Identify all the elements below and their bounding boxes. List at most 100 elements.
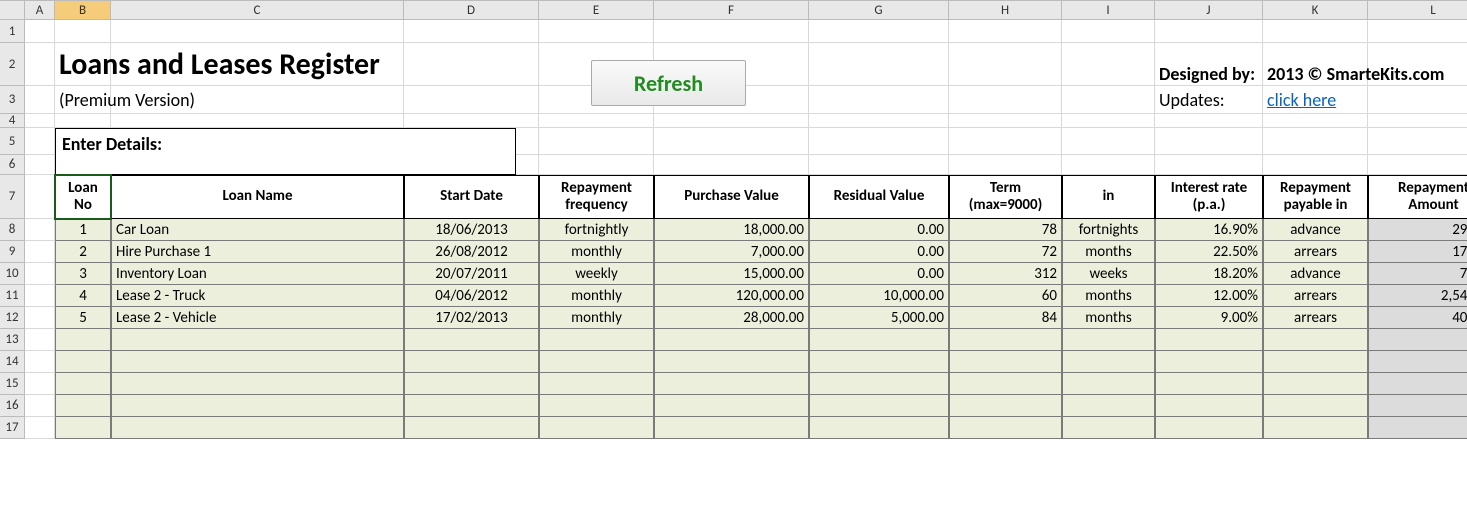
table-cell-rv[interactable]: 10,000.00	[809, 285, 949, 307]
table-cell-pay[interactable]: advance	[1263, 219, 1368, 241]
table-cell-no[interactable]: 3	[55, 263, 111, 285]
table-cell-empty[interactable]	[55, 373, 111, 395]
col-header-loan_name[interactable]: Loan Name	[111, 175, 404, 219]
table-cell-pv[interactable]: 18,000.00	[654, 219, 809, 241]
table-cell-empty[interactable]	[809, 329, 949, 351]
col-header-amount[interactable]: Repayment Amount	[1368, 175, 1467, 219]
table-cell-amt[interactable]: 2,546.89	[1368, 285, 1467, 307]
table-cell-empty[interactable]	[1155, 395, 1263, 417]
table-cell-in[interactable]: months	[1062, 241, 1155, 263]
table-cell-freq[interactable]: weekly	[539, 263, 654, 285]
table-cell-date[interactable]: 20/07/2011	[404, 263, 539, 285]
table-cell-empty[interactable]	[111, 373, 404, 395]
table-cell-empty[interactable]	[949, 373, 1062, 395]
table-cell-name[interactable]: Lease 2 - Truck	[111, 285, 404, 307]
table-cell-empty[interactable]	[404, 373, 539, 395]
col-header-residual_value[interactable]: Residual Value	[809, 175, 949, 219]
table-cell-name[interactable]: Hire Purchase 1	[111, 241, 404, 263]
col-header-term[interactable]: Term (max=9000)	[949, 175, 1062, 219]
col-header-C[interactable]: C	[111, 1, 404, 19]
table-cell-amt[interactable]: 177.97	[1368, 241, 1467, 263]
table-cell-in[interactable]: fortnights	[1062, 219, 1155, 241]
table-cell-name[interactable]: Lease 2 - Vehicle	[111, 307, 404, 329]
table-cell-pv[interactable]: 7,000.00	[654, 241, 809, 263]
table-cell-empty[interactable]	[404, 395, 539, 417]
updates-link[interactable]: click here	[1267, 89, 1336, 111]
table-cell-empty[interactable]	[55, 329, 111, 351]
table-cell-in[interactable]: months	[1062, 307, 1155, 329]
table-cell-rate[interactable]: 9.00%	[1155, 307, 1263, 329]
col-header-G[interactable]: G	[809, 1, 949, 19]
table-cell-no[interactable]: 4	[55, 285, 111, 307]
table-cell-empty[interactable]	[654, 351, 809, 373]
table-cell-empty[interactable]	[55, 395, 111, 417]
table-cell-term[interactable]: 312	[949, 263, 1062, 285]
table-cell-empty[interactable]	[949, 351, 1062, 373]
table-cell-pay[interactable]: arrears	[1263, 241, 1368, 263]
table-cell-empty[interactable]	[1155, 351, 1263, 373]
table-cell-empty[interactable]	[1062, 329, 1155, 351]
row-header-7[interactable]: 7	[0, 175, 24, 219]
table-cell-name[interactable]: Car Loan	[111, 219, 404, 241]
col-header-J[interactable]: J	[1155, 1, 1263, 19]
table-cell-empty[interactable]	[55, 351, 111, 373]
table-cell-empty[interactable]	[809, 395, 949, 417]
table-cell-empty[interactable]	[1263, 373, 1368, 395]
table-cell-rv[interactable]: 0.00	[809, 241, 949, 263]
table-cell-term[interactable]: 78	[949, 219, 1062, 241]
table-cell-term[interactable]: 84	[949, 307, 1062, 329]
table-cell-freq[interactable]: monthly	[539, 241, 654, 263]
table-cell-freq[interactable]: monthly	[539, 285, 654, 307]
table-cell-empty[interactable]	[111, 395, 404, 417]
col-header-L[interactable]: L	[1368, 1, 1467, 19]
col-header-F[interactable]: F	[654, 1, 809, 19]
table-cell-empty[interactable]	[1062, 395, 1155, 417]
table-cell-freq[interactable]: fortnightly	[539, 219, 654, 241]
table-cell-no[interactable]: 1	[55, 219, 111, 241]
table-cell-date[interactable]: 17/02/2013	[404, 307, 539, 329]
table-cell-empty[interactable]	[809, 373, 949, 395]
row-header-10[interactable]: 10	[0, 263, 24, 285]
table-cell-empty[interactable]	[949, 329, 1062, 351]
table-cell-empty[interactable]	[111, 329, 404, 351]
table-cell-amt[interactable]: 407.55	[1368, 307, 1467, 329]
row-header-3[interactable]: 3	[0, 86, 24, 114]
table-cell-empty[interactable]	[654, 395, 809, 417]
table-cell-empty[interactable]	[949, 417, 1062, 439]
table-cell-empty[interactable]	[1155, 329, 1263, 351]
table-cell-no[interactable]: 2	[55, 241, 111, 263]
table-cell-pv[interactable]: 15,000.00	[654, 263, 809, 285]
col-header-H[interactable]: H	[949, 1, 1062, 19]
table-cell-empty[interactable]	[404, 417, 539, 439]
table-cell-empty[interactable]	[1368, 329, 1467, 351]
table-cell-pay[interactable]: advance	[1263, 263, 1368, 285]
table-cell-empty[interactable]	[1062, 417, 1155, 439]
table-cell-empty[interactable]	[1263, 417, 1368, 439]
col-header-D[interactable]: D	[404, 1, 539, 19]
col-header-start_date[interactable]: Start Date	[404, 175, 539, 219]
col-header-repay_freq[interactable]: Repayment frequency	[539, 175, 654, 219]
table-cell-empty[interactable]	[1155, 417, 1263, 439]
col-header-interest[interactable]: Interest rate (p.a.)	[1155, 175, 1263, 219]
row-header-9[interactable]: 9	[0, 241, 24, 263]
col-header-K[interactable]: K	[1263, 1, 1368, 19]
table-cell-name[interactable]: Inventory Loan	[111, 263, 404, 285]
table-cell-empty[interactable]	[1263, 395, 1368, 417]
table-cell-empty[interactable]	[654, 329, 809, 351]
table-cell-empty[interactable]	[1155, 373, 1263, 395]
table-cell-empty[interactable]	[111, 351, 404, 373]
table-cell-empty[interactable]	[1368, 373, 1467, 395]
table-cell-empty[interactable]	[1062, 351, 1155, 373]
table-cell-amt[interactable]: 292.84	[1368, 219, 1467, 241]
table-cell-empty[interactable]	[654, 373, 809, 395]
table-cell-empty[interactable]	[539, 373, 654, 395]
table-cell-empty[interactable]	[1368, 417, 1467, 439]
table-cell-empty[interactable]	[404, 351, 539, 373]
table-cell-empty[interactable]	[949, 395, 1062, 417]
table-cell-date[interactable]: 04/06/2012	[404, 285, 539, 307]
row-header-15[interactable]: 15	[0, 373, 24, 395]
col-header-payable_in[interactable]: Repayment payable in	[1263, 175, 1368, 219]
table-cell-freq[interactable]: monthly	[539, 307, 654, 329]
table-cell-pay[interactable]: arrears	[1263, 307, 1368, 329]
col-header-corner[interactable]	[0, 1, 25, 19]
